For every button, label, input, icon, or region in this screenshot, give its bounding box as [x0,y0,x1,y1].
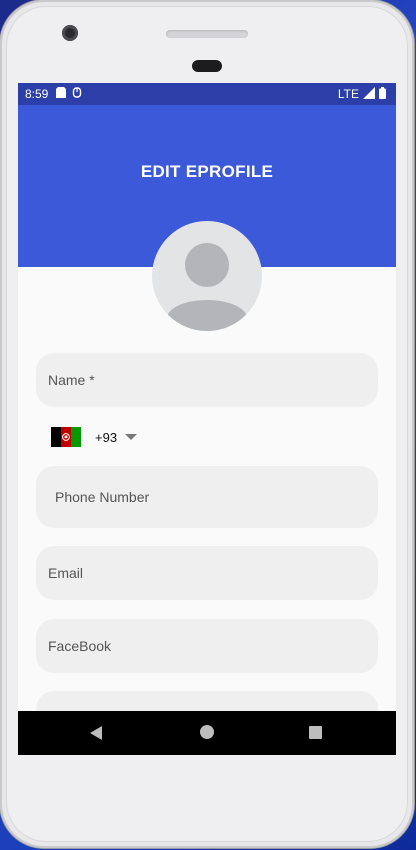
battery-icon [379,86,386,102]
name-input[interactable] [36,353,378,407]
notification-icon [72,87,82,101]
recent-apps-icon[interactable] [309,726,322,739]
phone-frame: 8:59 LTE EDIT EPROFILE Name * +93 Phone … [0,0,414,848]
facebook-input[interactable] [36,619,378,673]
email-field[interactable] [36,546,378,600]
afghanistan-flag-icon [51,427,81,447]
country-code-picker[interactable]: +93 [51,426,138,448]
person-placeholder-icon[interactable] [152,221,262,331]
sd-card-icon [56,87,67,101]
back-icon[interactable] [90,726,102,740]
facebook-field[interactable] [36,619,378,673]
front-camera [62,25,78,41]
status-right: LTE [338,83,386,105]
proximity-sensor [192,60,222,72]
chevron-down-icon[interactable] [125,434,138,440]
home-icon[interactable] [200,725,214,739]
name-field[interactable] [36,353,378,407]
status-time: 8:59 [25,87,49,101]
email-input[interactable] [36,546,378,600]
network-label: LTE [337,87,359,101]
navigation-bar [18,711,396,755]
earpiece-speaker [166,30,248,38]
phone-field[interactable] [36,466,378,528]
screen: 8:59 LTE EDIT EPROFILE Name * +93 Phone … [18,83,396,755]
signal-icon [363,86,375,102]
status-bar: 8:59 LTE [18,83,396,105]
country-code: +93 [95,429,118,445]
page-title: EDIT EPROFILE [140,162,274,181]
phone-input[interactable] [36,466,378,528]
